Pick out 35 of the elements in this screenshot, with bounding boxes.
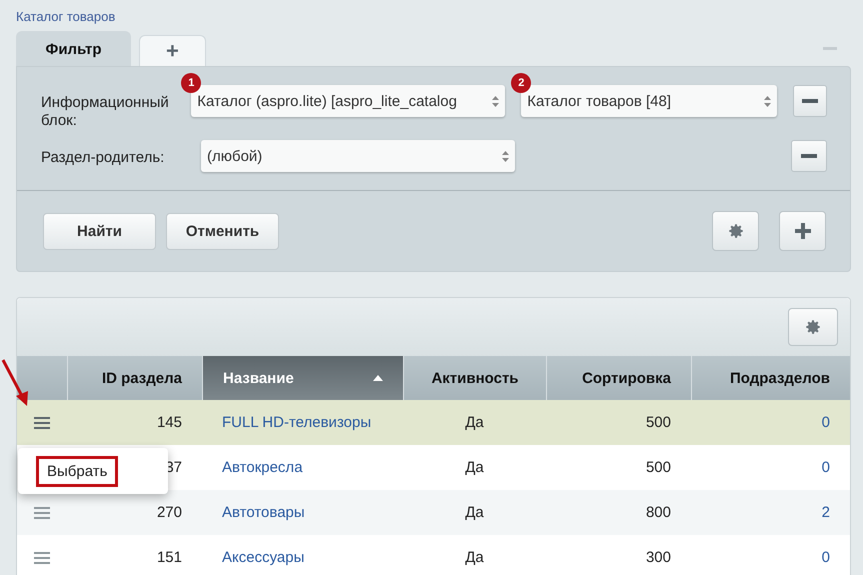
table-cell-text: 500 <box>644 413 672 433</box>
section-link[interactable]: Автокресла <box>202 445 403 490</box>
table-cell-text: 145 <box>156 413 183 433</box>
table-cell[interactable]: 0 <box>691 535 850 575</box>
section-link[interactable]: Автотовары <box>202 490 403 535</box>
select-field[interactable]: Каталог товаров [48] <box>521 85 778 117</box>
menu-item[interactable]: Выбрать <box>36 456 118 486</box>
table-cell-text: Да <box>464 503 485 523</box>
section-link[interactable]: FULL HD-телевизоры <box>202 400 403 445</box>
table-cell-text: Да <box>464 548 485 568</box>
field-label: Раздел-родитель: <box>41 148 166 167</box>
table-cell-text: Да <box>464 458 485 478</box>
filter-tab[interactable]: Фильтр <box>16 31 131 66</box>
table-cell-text: 500 <box>644 458 672 478</box>
section-link[interactable]: Аксессуары <box>202 535 403 575</box>
table-cell[interactable]: 2 <box>691 490 850 535</box>
table-cell-text: 800 <box>644 503 672 523</box>
number-badge: 1 <box>181 73 202 93</box>
select-field[interactable]: (любой) <box>201 140 515 172</box>
table-cell-text: Да <box>464 413 485 433</box>
table-cell[interactable]: 0 <box>691 400 850 445</box>
filter-tab[interactable]: + <box>139 35 206 66</box>
table-cell-text: 300 <box>644 548 672 568</box>
table-row[interactable]: 145 FULL HD-телевизоры Да 500 0 <box>17 400 850 445</box>
find-button[interactable]: Найти <box>43 212 156 250</box>
select-field[interactable]: Каталог (aspro.lite) [aspro_lite_catalog <box>191 85 506 117</box>
table-row[interactable]: 270 Автотовары Да 800 2 <box>17 490 850 535</box>
table-cell-text: 151 <box>156 548 183 568</box>
number-badge: 2 <box>511 73 532 93</box>
table-cell-text: 270 <box>156 503 183 523</box>
table-cell[interactable]: 0 <box>691 445 850 490</box>
cancel-button[interactable]: Отменить <box>166 212 279 250</box>
field-label: Информационный блок: <box>41 93 170 130</box>
breadcrumb-link[interactable]: Каталог товаров <box>16 9 116 24</box>
column-header[interactable]: Название <box>202 356 403 400</box>
